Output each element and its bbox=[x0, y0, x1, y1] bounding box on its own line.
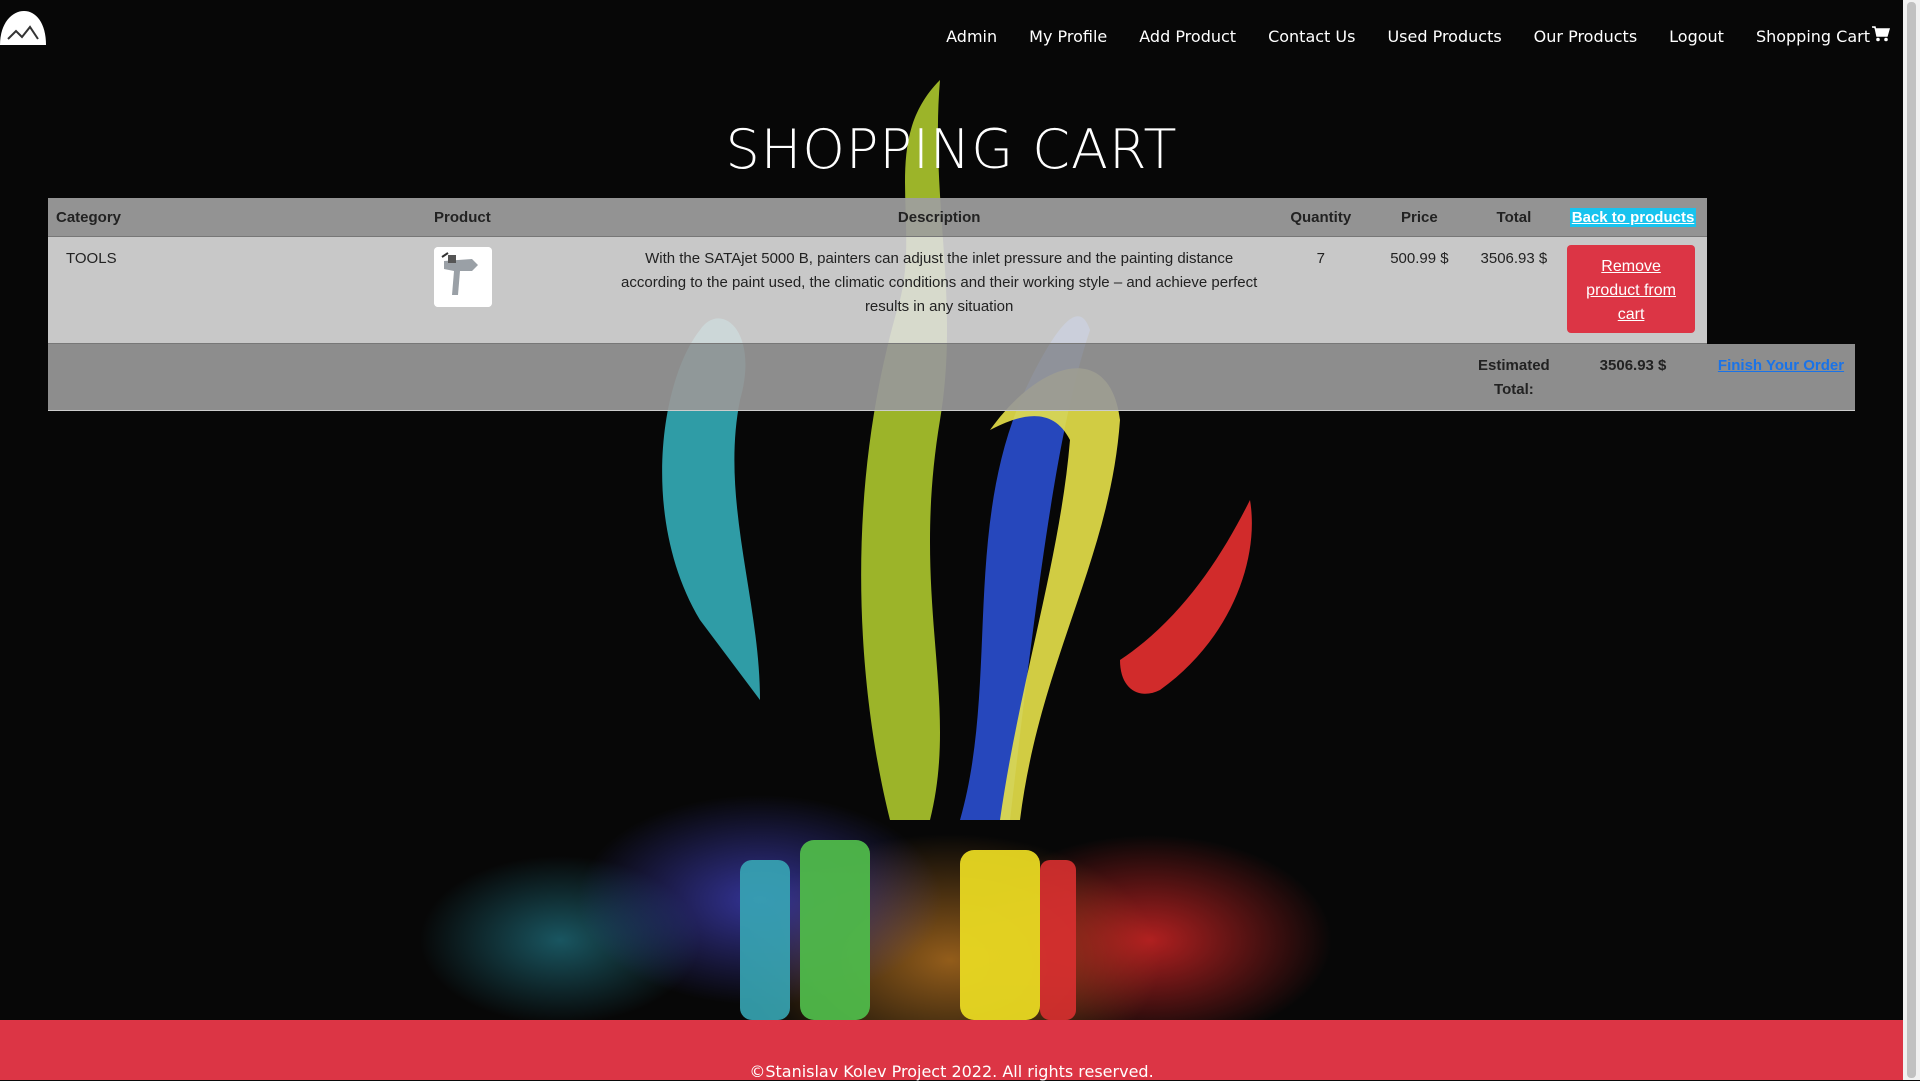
product-thumbnail[interactable] bbox=[434, 247, 493, 307]
nav-admin[interactable]: Admin bbox=[946, 27, 997, 46]
header-total: Total bbox=[1468, 198, 1560, 237]
cell-product bbox=[426, 236, 607, 344]
nav-add-product[interactable]: Add Product bbox=[1139, 27, 1236, 46]
summary-action-cell: Finish Your Order bbox=[1707, 343, 1855, 411]
header-product: Product bbox=[426, 198, 607, 237]
remove-from-cart-button[interactable]: Remove product from cart bbox=[1567, 245, 1696, 333]
cell-category: TOOLS bbox=[48, 236, 427, 344]
header-description: Description bbox=[606, 198, 1272, 237]
nav-my-profile[interactable]: My Profile bbox=[1029, 27, 1107, 46]
nav-contact-us[interactable]: Contact Us bbox=[1268, 27, 1355, 46]
scrollbar-thumb[interactable] bbox=[1907, 2, 1916, 1078]
vertical-scrollbar[interactable] bbox=[1903, 0, 1920, 1080]
header-category: Category bbox=[48, 198, 427, 237]
estimated-total-label: Estimated Total: bbox=[1468, 343, 1560, 411]
summary-spacer bbox=[48, 343, 1469, 411]
cart-table: Category Product Description Quantity Pr… bbox=[48, 198, 1855, 411]
header-price: Price bbox=[1370, 198, 1469, 237]
finish-order-link[interactable]: Finish Your Order bbox=[1718, 357, 1844, 374]
cell-quantity: 7 bbox=[1271, 236, 1371, 344]
site-logo-icon[interactable] bbox=[0, 9, 46, 45]
header-quantity: Quantity bbox=[1271, 198, 1371, 237]
cell-price: 500.99 $ bbox=[1370, 236, 1469, 344]
shopping-cart-icon bbox=[1872, 26, 1890, 42]
summary-row: Estimated Total: 3506.93 $ Finish Your O… bbox=[48, 343, 1855, 411]
main-nav: Admin My Profile Add Product Contact Us … bbox=[914, 0, 1890, 72]
footer-copyright: ©Stanislav Kolev Project 2022. All right… bbox=[749, 1062, 1154, 1081]
page-title: SHOPPING CART bbox=[725, 118, 1178, 181]
nav-shopping-cart[interactable]: Shopping Cart bbox=[1756, 26, 1890, 46]
nav-shopping-cart-label: Shopping Cart bbox=[1755, 27, 1870, 46]
cell-actions: Remove product from cart bbox=[1559, 236, 1707, 344]
table-header-row: Category Product Description Quantity Pr… bbox=[48, 198, 1855, 237]
back-to-products-link[interactable]: Back to products bbox=[1569, 207, 1697, 227]
estimated-total-value: 3506.93 $ bbox=[1559, 343, 1707, 411]
cell-total: 3506.93 $ bbox=[1468, 236, 1560, 344]
nav-logout[interactable]: Logout bbox=[1669, 27, 1724, 46]
cell-description: With the SATAjet 5000 B, painters can ad… bbox=[606, 236, 1272, 344]
footer: ©Stanislav Kolev Project 2022. All right… bbox=[0, 1020, 1903, 1081]
table-row: TOOLS With the SATAjet 5000 B, painters … bbox=[48, 236, 1855, 344]
nav-used-products[interactable]: Used Products bbox=[1387, 27, 1501, 46]
nav-our-products[interactable]: Our Products bbox=[1534, 27, 1637, 46]
header-actions: Back to products bbox=[1559, 198, 1707, 237]
